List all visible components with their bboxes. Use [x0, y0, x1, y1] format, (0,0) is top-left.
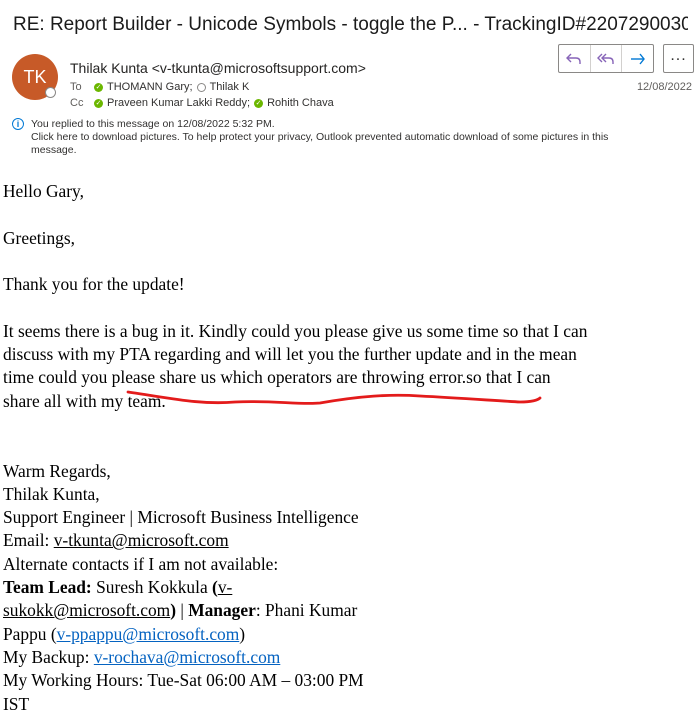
recipient[interactable]: ✓ THOMANN Gary;: [94, 81, 193, 93]
forward-button[interactable]: [621, 45, 653, 72]
recipient[interactable]: ✓ Rohith Chava: [254, 97, 334, 109]
separator: |: [176, 600, 189, 621]
manager-line: Pappu (v-ppappu@microsoft.com): [3, 623, 693, 646]
recipient-name: Thilak K: [209, 81, 250, 93]
greetings: Greetings,: [3, 227, 75, 248]
email-link[interactable]: v-tkunta@microsoft.com: [54, 530, 229, 550]
backup-label: My Backup:: [3, 646, 94, 667]
manager-name: : Phani Kumar: [255, 600, 358, 621]
reply-icon: [566, 53, 582, 64]
greeting: Hello Gary,: [3, 181, 84, 201]
recipient-name: Praveen Kumar Lakki Reddy;: [107, 97, 251, 109]
check-icon: ✓: [94, 82, 103, 92]
download-pictures-link-cont[interactable]: message.: [14, 144, 694, 157]
info-icon: i: [12, 118, 24, 130]
check-icon: ✓: [94, 98, 103, 108]
reply-all-icon: [597, 53, 614, 64]
cc-line: Cc ✓ Praveen Kumar Lakki Reddy; ✓ Rohith…: [70, 97, 338, 109]
download-pictures-link[interactable]: Click here to download pictures. To help…: [14, 131, 694, 144]
manager-email-link[interactable]: v-ppappu@microsoft.com: [57, 624, 240, 644]
cc-label: Cc: [70, 97, 84, 109]
info-bar: i You replied to this message on 12/08/2…: [12, 118, 694, 157]
team-lead-email-link-cont[interactable]: sukokk@microsoft.com: [3, 600, 170, 620]
team-lead-label: Team Lead:: [3, 577, 92, 598]
body-line: share all with my team.: [3, 390, 166, 411]
signature-name: Thilak Kunta,: [3, 483, 100, 504]
to-label: To: [70, 81, 82, 93]
reply-all-button[interactable]: [589, 45, 622, 72]
email-label: Email:: [3, 530, 54, 551]
backup-email-link[interactable]: v-rochava@microsoft.com: [94, 647, 280, 667]
signature-title: Support Engineer | Microsoft Business In…: [3, 507, 359, 528]
team-lead-line: Team Lead: Suresh Kokkula (v-: [3, 576, 693, 599]
body-line: time could you please share us which ope…: [3, 367, 551, 388]
thanks-line: Thank you for the update!: [3, 274, 185, 295]
manager-label: Manager: [188, 600, 256, 621]
recipient-name: Rohith Chava: [267, 97, 334, 109]
presence-icon: [45, 87, 56, 98]
timezone: IST: [3, 693, 30, 714]
signature-email-line: Email: v-tkunta@microsoft.com: [3, 529, 693, 552]
body-line: discuss with my PTA regarding and will l…: [3, 344, 577, 365]
to-line: To ✓ THOMANN Gary; Thilak K: [70, 81, 253, 93]
reply-button[interactable]: [559, 45, 590, 72]
team-lead-email-link[interactable]: v-: [218, 577, 233, 597]
check-icon: ✓: [254, 98, 264, 108]
manager-name-cont: Pappu (: [3, 623, 57, 644]
team-lead-line-2: sukokk@microsoft.com) | Manager: Phani K…: [3, 599, 693, 622]
forward-icon: [630, 53, 645, 64]
reply-toolbar: [558, 44, 654, 73]
sent-date: 12/08/2022: [636, 81, 692, 93]
recipient-name: THOMANN Gary;: [107, 81, 193, 93]
more-actions-button[interactable]: ...: [663, 44, 694, 73]
team-lead-name: Suresh Kokkula: [91, 577, 213, 598]
alternate-contacts: Alternate contacts if I am not available…: [3, 553, 279, 574]
status-unknown-icon: [196, 82, 206, 92]
body-line: It seems there is a bug in it. Kindly co…: [3, 320, 588, 341]
recipient[interactable]: ✓ Praveen Kumar Lakki Reddy;: [94, 97, 250, 109]
recipient[interactable]: Thilak K: [196, 81, 250, 93]
regards: Warm Regards,: [3, 460, 111, 481]
replied-notice: You replied to this message on 12/08/202…: [31, 118, 275, 130]
sender-name[interactable]: Thilak Kunta <v-tkunta@microsoftsupport.…: [70, 60, 366, 76]
message-body: Hello Gary, Greetings, Thank you for the…: [3, 180, 693, 716]
backup-line: My Backup: v-rochava@microsoft.com: [3, 646, 693, 669]
manager-end: ): [239, 623, 246, 644]
email-subject: RE: Report Builder - Unicode Symbols - t…: [13, 14, 688, 35]
working-hours: My Working Hours: Tue-Sat 06:00 AM – 03:…: [3, 670, 364, 691]
